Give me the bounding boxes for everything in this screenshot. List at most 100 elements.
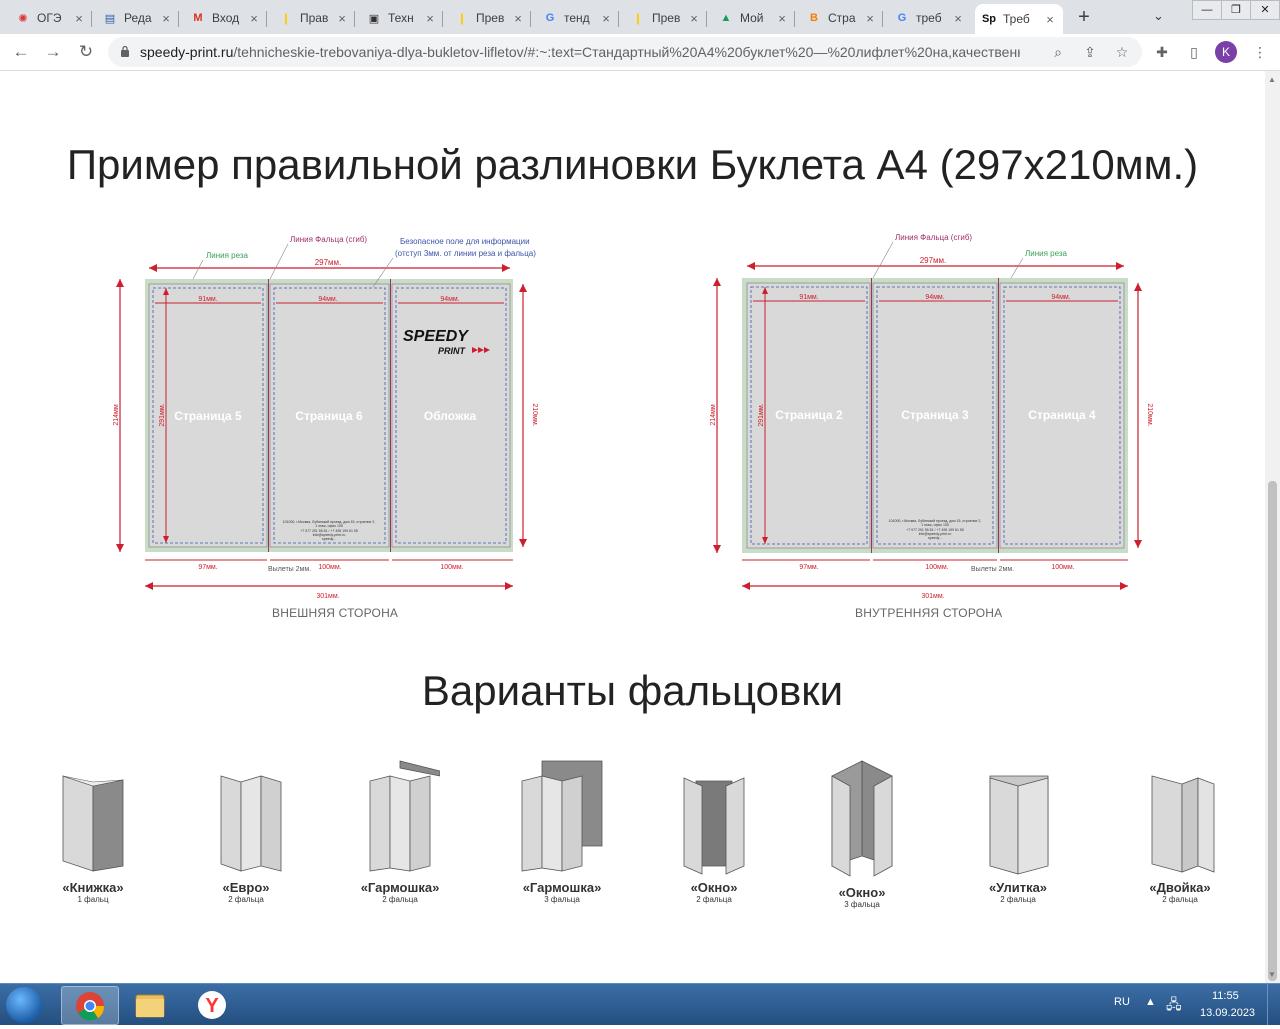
browser-tab[interactable]: ❙ Прев × [448, 4, 531, 32]
close-tab-icon[interactable]: × [863, 11, 877, 26]
new-tab-button[interactable]: + [1072, 6, 1096, 29]
page-title: Пример правильной разлиновки Буклета А4 … [66, 141, 1199, 188]
google-icon: G [545, 12, 555, 24]
share-icon[interactable]: ⇪ [1080, 42, 1100, 62]
scroll-up-icon[interactable]: ▲ [1268, 75, 1276, 84]
page-scrollbar[interactable]: ▲ ▼ [1265, 71, 1280, 983]
windows-taskbar: Y RU ▲ 🖧 11:55 13.09.2023 [0, 983, 1280, 1025]
close-tab-icon[interactable]: × [775, 11, 789, 26]
scroll-thumb[interactable] [1268, 481, 1277, 981]
close-tab-icon[interactable]: × [1043, 12, 1057, 27]
dim-bottom-3: 100мм. [1051, 564, 1074, 571]
minimize-icon[interactable]: — [1192, 0, 1222, 20]
network-icon[interactable]: 🖧 [1166, 994, 1182, 1018]
browser-tab[interactable]: Gтенд × [536, 4, 619, 32]
browser-tab[interactable]: ❙ Прев × [624, 4, 707, 32]
address-bar[interactable]: speedy-print.ru/tehnicheskie-trebovaniya… [108, 37, 1142, 67]
tab-title: Реда [124, 11, 152, 25]
close-tab-icon[interactable]: × [599, 11, 613, 26]
fold-count: 1 фальц [77, 895, 109, 904]
dim-col-3: 94мм. [1051, 294, 1070, 301]
extensions-puzzle-icon[interactable]: ✚ [1152, 42, 1172, 62]
dim-top-label: 297мм. [920, 256, 947, 265]
dim-inner-left: 291мм. [758, 403, 765, 426]
taskbar-yandex[interactable]: Y [184, 986, 240, 1023]
browser-tab[interactable]: ▣ Техн × [360, 4, 443, 32]
more-menu-icon[interactable]: ⋮ [1250, 42, 1270, 62]
dim-col-1: 91мм. [799, 294, 818, 301]
show-desktop-button[interactable] [1267, 984, 1280, 1025]
fold-variant-ulitka: «Улитка» 2 фальца [958, 756, 1078, 904]
dim-left: 214мм [710, 404, 717, 425]
fold-name: «Книжка» [62, 880, 124, 895]
reload-icon[interactable]: ↻ [74, 40, 98, 64]
dim-top-label: 297мм. [315, 258, 342, 267]
panel-label-3: Обложка [424, 409, 477, 423]
fold-count: 2 фальца [228, 895, 264, 904]
zoom-search-icon[interactable]: ⌕ [1048, 42, 1068, 62]
restore-icon[interactable]: ❐ [1221, 0, 1251, 20]
bookmark-star-icon[interactable]: ☆ [1112, 42, 1132, 62]
fold-dvoyka-icon [1151, 775, 1215, 873]
tray-expand-icon[interactable]: ▲ [1145, 996, 1156, 1008]
browser-tab[interactable]: M Вход × [184, 4, 267, 32]
fold-name: «Евро» [222, 880, 270, 895]
outer-side-caption: ВНЕШНЯЯ СТОРОНА [272, 606, 399, 620]
fold-count: 3 фальца [844, 900, 880, 909]
folder-icon [135, 994, 165, 1018]
close-tab-icon[interactable]: × [511, 11, 525, 26]
fold-count: 2 фальца [382, 895, 418, 904]
close-tab-icon[interactable]: × [687, 11, 701, 26]
fold-garmoshka-2-icon [369, 760, 440, 872]
browser-tab[interactable]: B Стра × [800, 4, 883, 32]
close-window-icon[interactable]: ✕ [1250, 0, 1280, 20]
yandex-icon: ❙ [457, 12, 467, 25]
scroll-down-icon[interactable]: ▼ [1268, 970, 1276, 979]
clock-time[interactable]: 11:55 [1212, 990, 1239, 1002]
panel-label-2: Страница 6 [295, 409, 363, 423]
close-tab-icon[interactable]: × [335, 11, 349, 26]
language-indicator[interactable]: RU [1114, 996, 1130, 1008]
browser-tab[interactable]: ▲ Мой × [712, 4, 795, 32]
fold-name: «Улитка» [988, 880, 1048, 895]
taskbar-explorer[interactable] [122, 986, 178, 1023]
profile-avatar[interactable]: K [1215, 41, 1237, 63]
close-tab-icon[interactable]: × [159, 11, 173, 26]
side-panel-icon[interactable]: ▯ [1184, 42, 1204, 62]
fold-knizhka-icon [62, 775, 124, 872]
browser-tab[interactable]: Gтреб × [888, 4, 971, 32]
clock-date[interactable]: 13.09.2023 [1200, 1007, 1255, 1019]
editor-icon: ▤ [104, 12, 116, 25]
tab-search-chevron-icon[interactable]: ⌄ [1153, 8, 1164, 24]
fold-variant-garmoshka-2: «Гармошка» 2 фальца [340, 756, 460, 904]
fold-variant-dvoyka: «Двойка» 2 фальца [1120, 756, 1240, 904]
fold-name: «Окно» [838, 885, 886, 900]
fold-name: «Гармошка» [360, 880, 440, 895]
fold-variant-evro: «Евро» 2 фальца [186, 756, 306, 904]
close-tab-icon[interactable]: × [423, 11, 437, 26]
browser-tab[interactable]: ▤ Реда × [96, 4, 179, 32]
taskbar-chrome[interactable] [61, 986, 119, 1025]
dim-bottom-2: 100мм. [318, 564, 341, 571]
fold-line-label: Линия Фальца (сгиб) [290, 235, 367, 244]
lock-icon [121, 45, 129, 57]
fold-name: «Окно» [690, 880, 738, 895]
address-line-2: 1 этаж, офис 105 [921, 523, 949, 527]
forward-arrow-icon[interactable]: → [41, 40, 65, 64]
fold-okno-3-icon [831, 760, 893, 877]
browser-tab[interactable]: ❙ Прав × [272, 4, 355, 32]
fold-evro-icon [220, 775, 282, 872]
close-tab-icon[interactable]: × [951, 11, 965, 26]
url-text[interactable]: speedy-print.ru/tehnicheskie-trebovaniya… [140, 44, 1020, 60]
svg-text:Y: Y [205, 995, 219, 1017]
close-tab-icon[interactable]: × [72, 11, 86, 26]
fold-count: 2 фальца [696, 895, 732, 904]
close-tab-icon[interactable]: × [247, 11, 261, 26]
fold-variant-okno-2: «Окно» 2 фальца [654, 756, 774, 904]
drive-icon: ▲ [720, 12, 732, 24]
start-button[interactable] [6, 987, 42, 1023]
browser-tab[interactable]: ✺ ОГЭ × [9, 4, 92, 32]
safe-zone-label: Безопасное поле для информации [400, 237, 530, 246]
browser-tab[interactable]: Sp Треб × [975, 4, 1063, 34]
back-arrow-icon[interactable]: ← [9, 40, 33, 64]
